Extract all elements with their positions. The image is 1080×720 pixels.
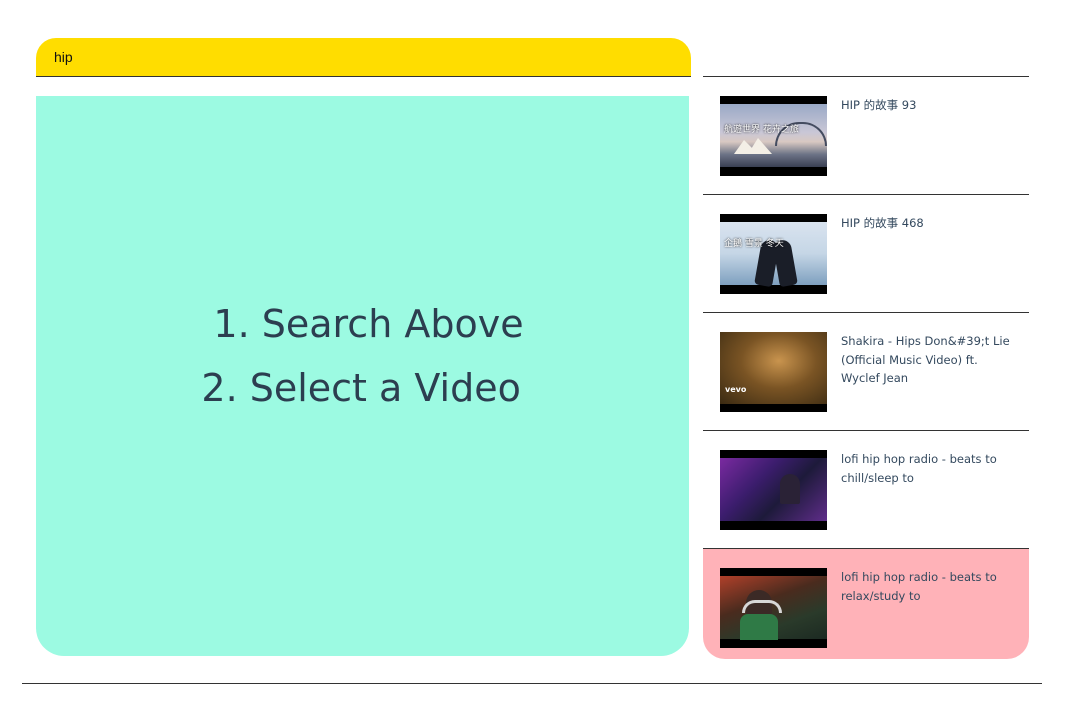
app-root: 1. Search Above 2. Select a Video 航遊世界 花… — [0, 0, 1080, 720]
opera-house-shape — [748, 138, 772, 154]
video-thumbnail[interactable]: vevo — [720, 332, 827, 412]
video-title[interactable]: lofi hip hop radio - beats to relax/stud… — [841, 568, 1011, 605]
video-title[interactable]: HIP 的故事 93 — [841, 96, 1011, 115]
video-title[interactable]: Shakira - Hips Don&#39;t Lie (Official M… — [841, 332, 1011, 388]
thumbnail-caption: 航遊世界 花卉之旅 — [724, 125, 799, 135]
video-list-item-selected[interactable]: lofi hip hop radio - beats to relax/stud… — [703, 549, 1029, 659]
penguins-image — [720, 222, 827, 288]
footer-divider — [22, 683, 1042, 684]
search-bar — [36, 38, 691, 77]
thumbnail-caption: 企鵝 雪景 冬天 — [724, 239, 784, 249]
player-instructions: 1. Search Above 2. Select a Video — [201, 292, 523, 420]
music-video-image: vevo — [720, 332, 827, 404]
video-list-item[interactable]: vevo Shakira - Hips Don&#39;t Lie (Offic… — [703, 313, 1029, 431]
video-list-item[interactable]: 企鵝 雪景 冬天 HIP 的故事 468 — [703, 195, 1029, 313]
video-list-item[interactable]: lofi hip hop radio - beats to chill/slee… — [703, 431, 1029, 549]
vevo-logo: vevo — [725, 385, 747, 394]
girl-body-shape — [740, 614, 778, 640]
video-thumbnail[interactable] — [720, 450, 827, 530]
video-title[interactable]: HIP 的故事 468 — [841, 214, 1011, 233]
video-title[interactable]: lofi hip hop radio - beats to chill/slee… — [841, 450, 1011, 487]
video-list-item[interactable]: 航遊世界 花卉之旅 HIP 的故事 93 — [703, 77, 1029, 195]
lofi-chill-image — [720, 458, 827, 521]
instruction-search: 1. Search Above — [213, 302, 524, 346]
instruction-select: 2. Select a Video — [201, 366, 521, 410]
sydney-opera-house-image — [720, 104, 827, 167]
search-input[interactable] — [36, 38, 691, 76]
lofi-study-girl-image — [720, 576, 827, 640]
video-list: 航遊世界 花卉之旅 HIP 的故事 93 企鵝 雪景 冬天 HIP 的故事 46… — [703, 76, 1029, 659]
video-player: 1. Search Above 2. Select a Video — [36, 96, 689, 656]
video-thumbnail[interactable]: 航遊世界 花卉之旅 — [720, 96, 827, 176]
video-thumbnail[interactable]: 企鵝 雪景 冬天 — [720, 214, 827, 294]
headphones-icon — [742, 600, 782, 613]
video-thumbnail[interactable] — [720, 568, 827, 648]
figure-shape — [780, 474, 800, 504]
